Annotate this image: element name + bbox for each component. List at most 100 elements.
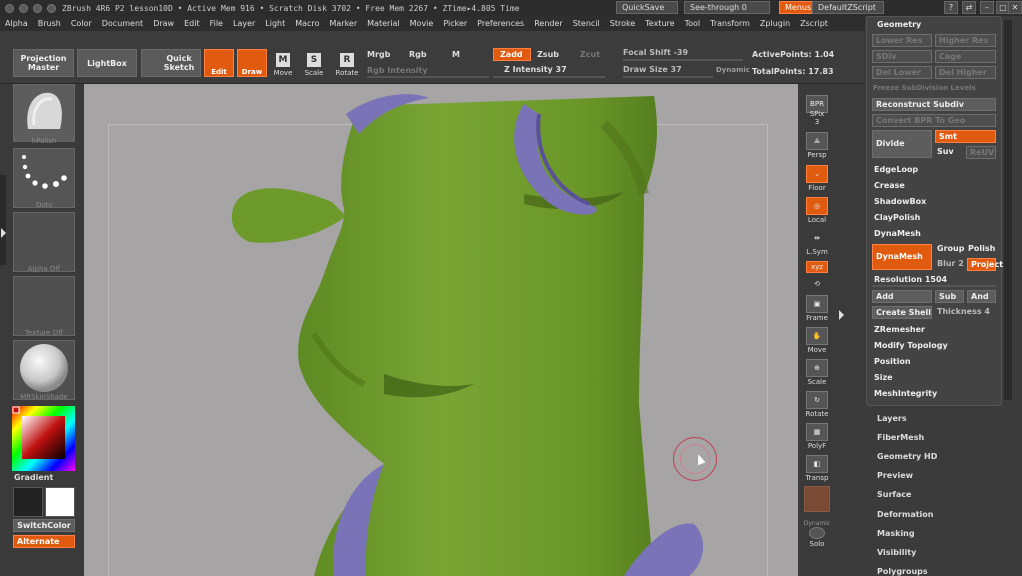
menu-document[interactable]: Document (97, 19, 148, 28)
smt-toggle[interactable]: Smt (935, 130, 996, 143)
meshintegrity-subpalette[interactable]: MeshIntegrity (874, 389, 937, 398)
window-control-icon[interactable] (19, 3, 28, 13)
fibermesh-palette[interactable]: FiberMesh (877, 433, 924, 442)
menu-picker[interactable]: Picker (438, 19, 472, 28)
default-zscript-button[interactable]: DefaultZScript (812, 1, 884, 14)
reconstruct-subdiv-button[interactable]: Reconstruct Subdiv (872, 98, 996, 111)
z-intensity-track[interactable] (493, 76, 605, 78)
texture-thumbnail[interactable] (13, 276, 75, 336)
focal-shift-track[interactable] (623, 59, 743, 61)
close-icon[interactable]: ✕ (1008, 1, 1022, 14)
focal-shift-slider[interactable]: Focal Shift -39 (623, 48, 688, 57)
rotate-view-button[interactable]: ↻ Rotate (802, 388, 832, 418)
palette-scrollbar[interactable] (1004, 20, 1012, 400)
reuv-button[interactable]: ReUV (966, 146, 996, 159)
claypolish-subpalette[interactable]: ClayPolish (874, 213, 920, 222)
group-toggle[interactable]: Group (937, 244, 964, 253)
persp-button[interactable]: ⟁ Persp (802, 129, 832, 159)
alternate-button[interactable]: Alternate (13, 535, 75, 548)
rgb-button[interactable]: Rgb (409, 50, 427, 59)
minimize-icon[interactable]: – (980, 1, 994, 14)
menu-stroke[interactable]: Stroke (605, 19, 641, 28)
color-picker[interactable] (12, 406, 75, 471)
zsub-button[interactable]: Zsub (537, 50, 559, 59)
menu-marker[interactable]: Marker (324, 19, 362, 28)
resolution-slider[interactable]: Resolution 1504 (874, 275, 947, 284)
menu-transform[interactable]: Transform (705, 19, 755, 28)
quick-sketch-button[interactable]: Quick Sketch (141, 49, 201, 77)
preview-palette[interactable]: Preview (877, 471, 913, 480)
add-button[interactable]: Add (872, 290, 932, 303)
menu-light[interactable]: Light (260, 19, 290, 28)
deformation-palette[interactable]: Deformation (877, 510, 933, 519)
dynamic-button[interactable]: Dynamic (716, 66, 750, 74)
projection-master-button[interactable]: Projection Master (13, 49, 74, 77)
menu-macro[interactable]: Macro (290, 19, 324, 28)
lower-res-button[interactable]: Lower Res (872, 34, 932, 47)
spix-slider[interactable]: SPix 3 (802, 110, 832, 126)
window-control-icon[interactable] (47, 3, 56, 13)
alpha-thumbnail[interactable] (13, 212, 75, 272)
divide-button[interactable]: Divide (872, 130, 932, 158)
help-icon[interactable]: ? (944, 1, 958, 14)
menu-movie[interactable]: Movie (405, 19, 439, 28)
menu-stencil[interactable]: Stencil (568, 19, 605, 28)
convert-bpr-button[interactable]: Convert BPR To Geo (872, 114, 996, 127)
crease-subpalette[interactable]: Crease (874, 181, 905, 190)
suv-toggle[interactable]: Suv (937, 147, 954, 156)
layers-palette[interactable]: Layers (877, 414, 907, 423)
primary-color-swatch[interactable] (45, 487, 75, 517)
surface-palette[interactable]: Surface (877, 490, 911, 499)
menu-material[interactable]: Material (362, 19, 405, 28)
masking-palette[interactable]: Masking (877, 529, 915, 538)
del-higher-button[interactable]: Del Higher (935, 66, 996, 79)
zremesher-subpalette[interactable]: ZRemesher (874, 325, 925, 334)
mrgb-button[interactable]: Mrgb (367, 50, 390, 59)
transp-button[interactable]: ◧ Transp (802, 452, 832, 482)
ghost-button[interactable] (804, 486, 830, 512)
zbrush-logo-icon[interactable] (5, 3, 14, 13)
scale-button[interactable]: S Scale (301, 47, 327, 77)
menu-preferences[interactable]: Preferences (472, 19, 529, 28)
menu-render[interactable]: Render (529, 19, 567, 28)
draw-button[interactable]: Draw (237, 49, 267, 77)
dynamesh-button[interactable]: DynaMesh (872, 244, 932, 270)
menu-layer[interactable]: Layer (228, 19, 260, 28)
move-view-button[interactable]: ✋ Move (802, 324, 832, 354)
polish-toggle[interactable]: Polish (968, 244, 995, 253)
menu-alpha[interactable]: Alpha (0, 19, 33, 28)
position-subpalette[interactable]: Position (874, 357, 911, 366)
shadowbox-subpalette[interactable]: ShadowBox (874, 197, 926, 206)
cage-button[interactable]: Cage (935, 50, 996, 63)
menu-zscript[interactable]: Zscript (795, 19, 833, 28)
menu-edit[interactable]: Edit (179, 19, 205, 28)
window-control-icon[interactable] (33, 3, 42, 13)
lsym-button[interactable]: ⇹ L.Sym (802, 230, 832, 256)
m-button[interactable]: M (452, 50, 460, 59)
zadd-button[interactable]: Zadd (493, 48, 531, 61)
geometry-hd-palette[interactable]: Geometry HD (877, 452, 937, 461)
lightbox-button[interactable]: LightBox (77, 49, 137, 77)
sub-button[interactable]: Sub (935, 290, 964, 303)
material-thumbnail[interactable] (13, 340, 75, 400)
draw-size-track[interactable] (623, 76, 713, 78)
create-shell-button[interactable]: Create Shell (872, 306, 932, 319)
scale-view-button[interactable]: ⊕ Scale (802, 356, 832, 386)
expand-right-tray-icon[interactable] (839, 310, 844, 320)
polygroups-palette[interactable]: Polygroups (877, 567, 928, 576)
switch-color-button[interactable]: SwitchColor (13, 519, 75, 532)
z-intensity-slider[interactable]: Z Intensity 37 (504, 65, 567, 74)
floor-button[interactable]: ⌄ Floor (802, 162, 832, 192)
brush-thumbnail[interactable] (13, 84, 75, 142)
expand-left-tray-icon[interactable] (1, 228, 6, 238)
zcut-button[interactable]: Zcut (580, 50, 600, 59)
geometry-title[interactable]: Geometry (877, 20, 921, 29)
menu-color[interactable]: Color (66, 19, 97, 28)
gradient-label[interactable]: Gradient (14, 473, 53, 482)
size-subpalette[interactable]: Size (874, 373, 893, 382)
edit-button[interactable]: Edit (204, 49, 234, 77)
menu-brush[interactable]: Brush (33, 19, 66, 28)
sdiv-slider[interactable]: SDiv (872, 50, 932, 63)
menu-zplugin[interactable]: Zplugin (755, 19, 795, 28)
left-tray-edge[interactable] (0, 175, 6, 265)
